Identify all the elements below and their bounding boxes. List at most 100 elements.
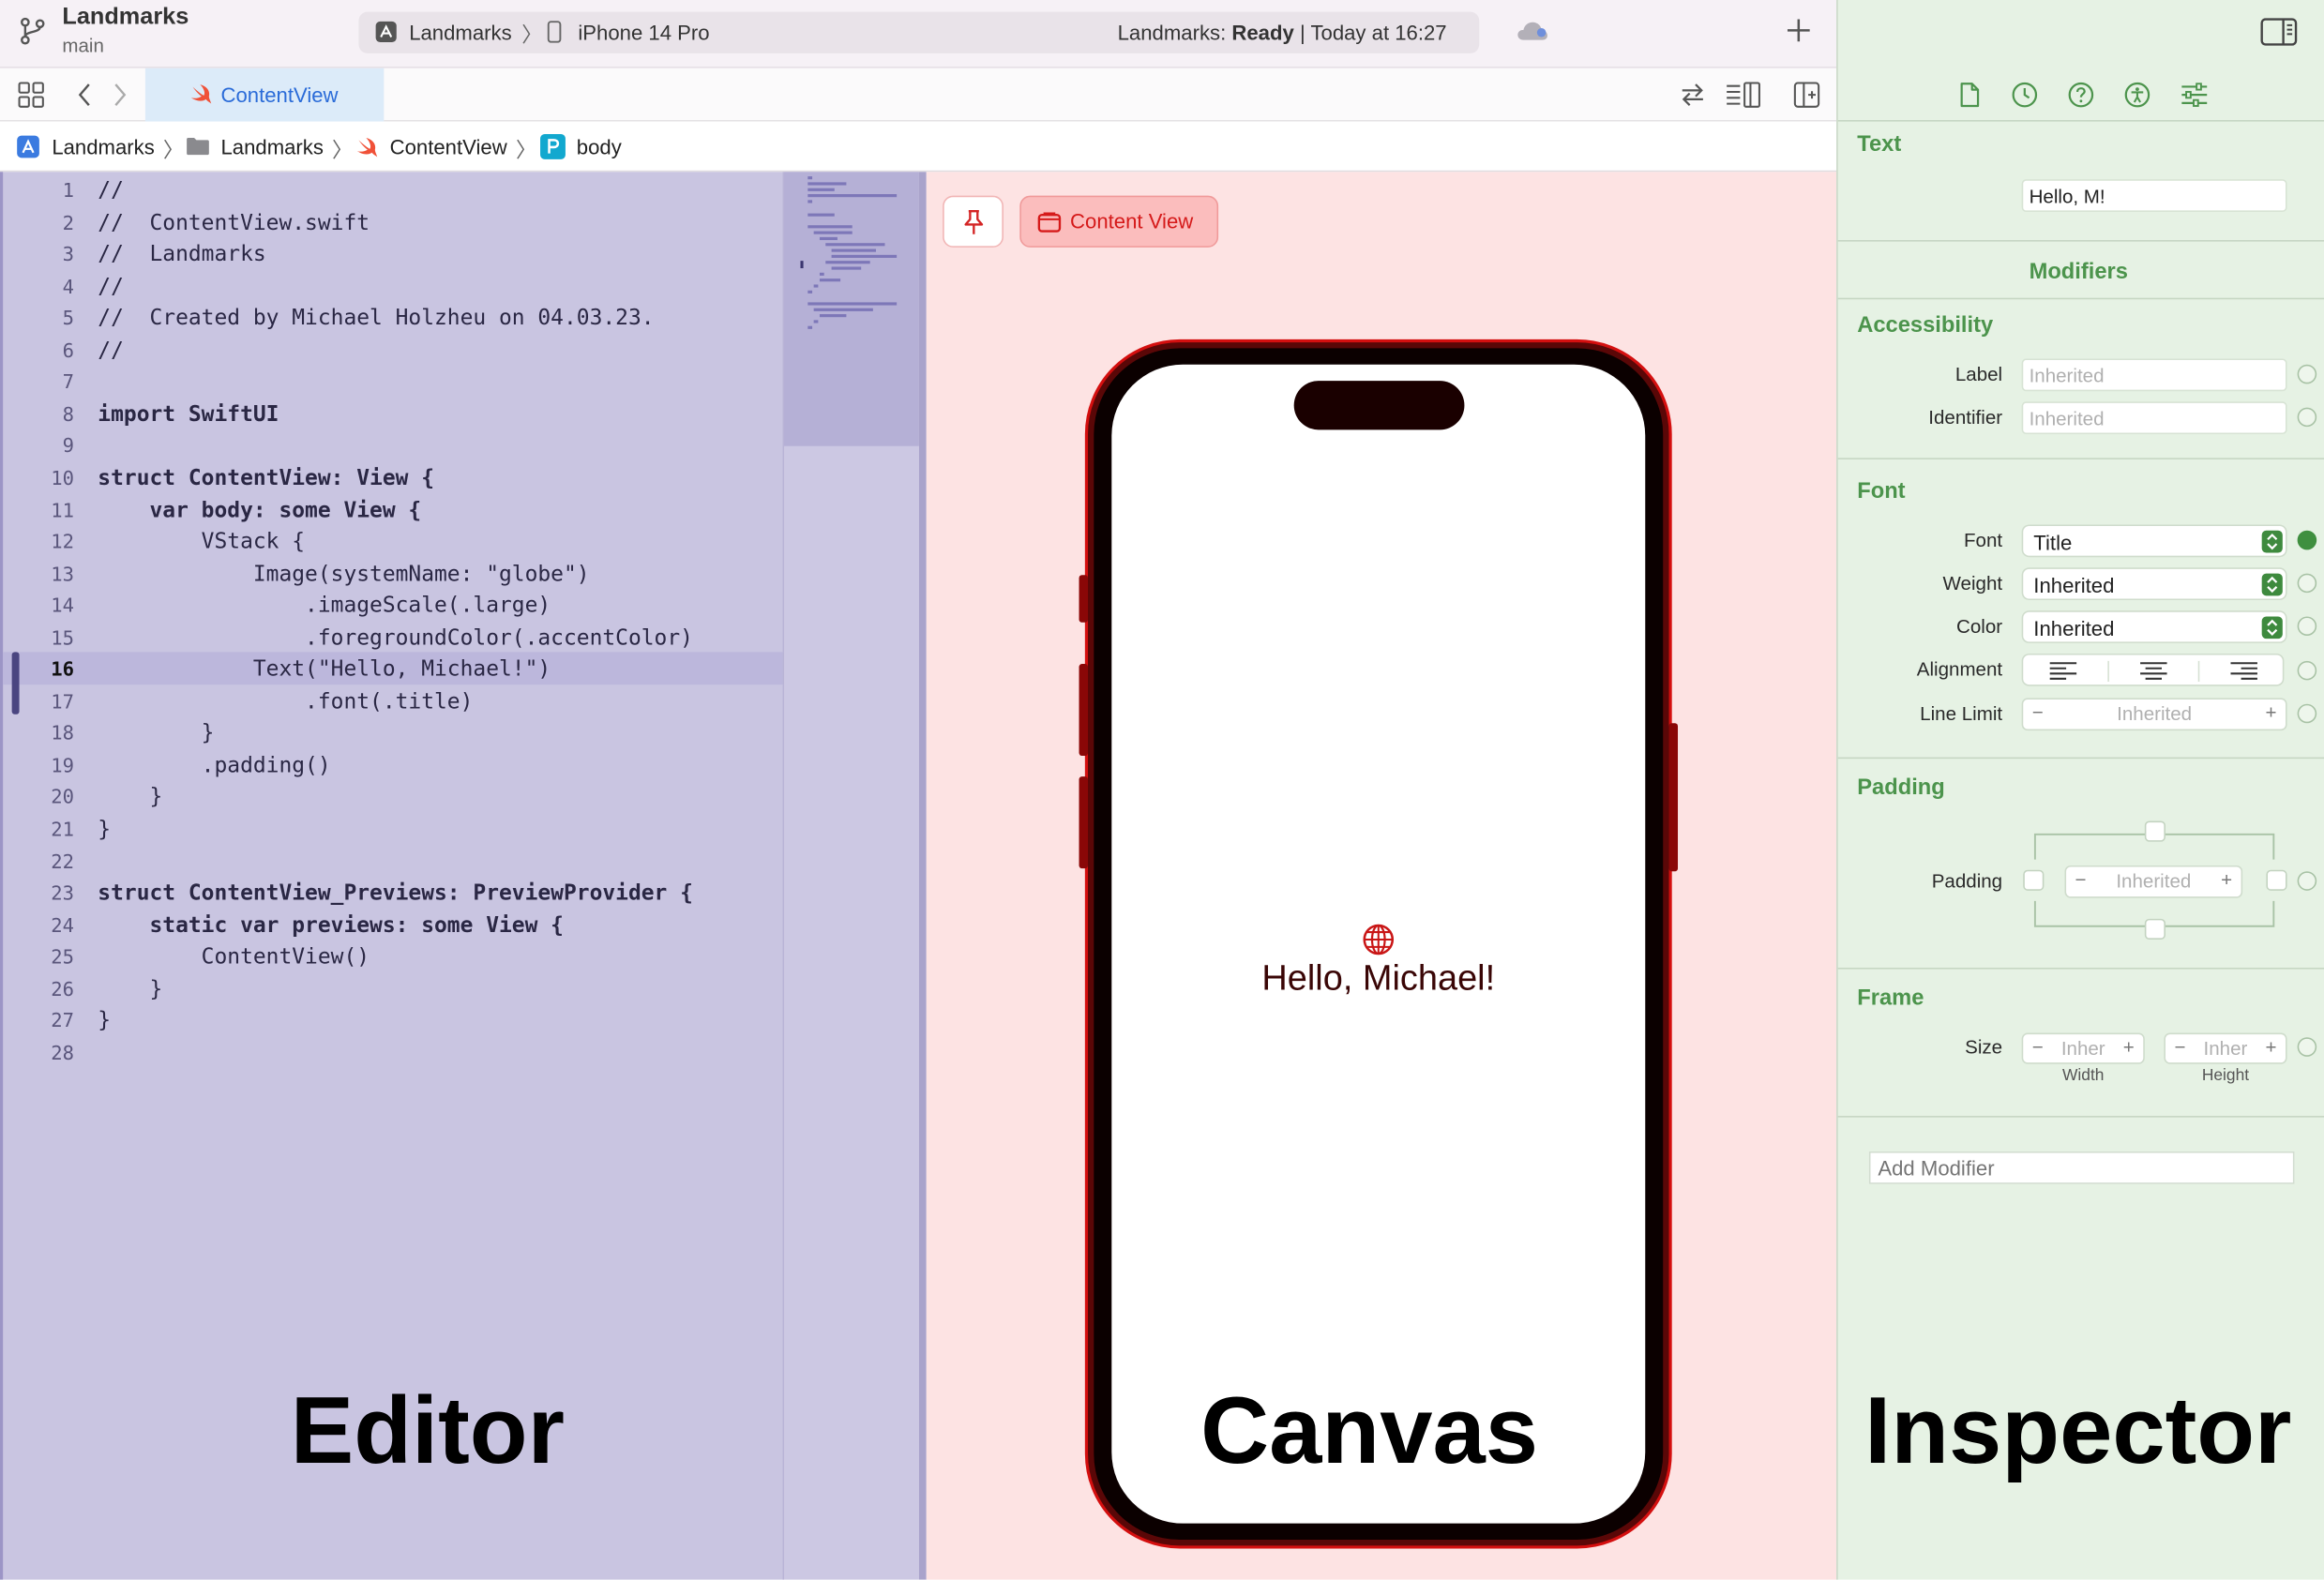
history-icon[interactable] (2012, 82, 2038, 108)
code-line[interactable]: Image(systemName: "globe") (98, 563, 590, 586)
code-line[interactable]: import SwiftUI (98, 403, 279, 427)
grid-icon[interactable] (18, 82, 44, 108)
font-select[interactable]: Title (2021, 524, 2287, 558)
code-line[interactable]: ContentView() (98, 946, 370, 970)
canvas-annotation: Canvas (1200, 1377, 1538, 1483)
pin-button[interactable] (943, 195, 1004, 248)
width-stepper[interactable]: − Inher + (2021, 1032, 2145, 1064)
code-line[interactable]: // (98, 179, 124, 203)
line-number: 8 (62, 404, 75, 427)
breadcrumb-folder[interactable]: Landmarks (220, 135, 323, 158)
swap-icon[interactable] (1680, 83, 1706, 107)
code-line[interactable]: struct ContentView_Previews: PreviewProv… (98, 881, 693, 905)
code-line[interactable]: Text("Hello, Michael!") (98, 658, 551, 682)
code-line[interactable]: } (98, 722, 215, 745)
breadcrumb-project[interactable]: Landmarks (52, 135, 154, 158)
padding-top-checkbox[interactable] (2144, 820, 2166, 842)
line-number: 16 (51, 659, 75, 683)
plus-icon[interactable]: + (2221, 868, 2232, 891)
preview-text[interactable]: Hello, Michael! (1111, 959, 1645, 1001)
code-line[interactable]: struct ContentView: View { (98, 467, 434, 490)
branch-icon[interactable] (20, 16, 46, 46)
code-line[interactable]: // (98, 275, 124, 298)
accessibility-label-field[interactable]: Inherited (2021, 358, 2287, 392)
plus-icon[interactable] (1786, 18, 1811, 43)
plus-icon[interactable]: + (2265, 1036, 2276, 1059)
weight-select[interactable]: Inherited (2021, 567, 2287, 601)
breadcrumb-file[interactable]: ContentView (390, 135, 507, 158)
code-line[interactable]: static var previews: some View { (98, 914, 564, 938)
status-time: | Today at 16:27 (1293, 21, 1447, 45)
align-left-icon[interactable] (2048, 661, 2078, 681)
back-icon[interactable] (77, 83, 92, 107)
color-select[interactable]: Inherited (2021, 610, 2287, 643)
font-label: Font (1964, 529, 2003, 551)
pane-separator[interactable] (918, 172, 927, 1580)
padding-bottom-checkbox[interactable] (2144, 918, 2166, 940)
padding-stepper[interactable]: − Inherited + (2064, 865, 2243, 898)
project-name[interactable]: Landmarks (62, 5, 189, 31)
code-line[interactable]: } (98, 786, 162, 809)
line-limit-reset-dot[interactable] (2297, 703, 2317, 724)
weight-reset-dot[interactable] (2297, 573, 2317, 594)
code-line[interactable]: // Landmarks (98, 243, 265, 266)
attributes-icon[interactable] (2181, 82, 2209, 108)
scheme-device: iPhone 14 Pro (578, 21, 710, 45)
padding-trailing-checkbox[interactable] (2266, 869, 2287, 891)
content-view-label[interactable]: Content View (1070, 209, 1193, 233)
forward-icon[interactable] (113, 83, 128, 107)
size-reset-dot[interactable] (2297, 1037, 2317, 1057)
scheme-selector[interactable]: Landmarks 〉 iPhone 14 Pro Landmarks: Rea… (358, 11, 1480, 53)
plus-icon[interactable]: + (2123, 1036, 2135, 1059)
height-stepper[interactable]: − Inher + (2164, 1032, 2287, 1064)
align-right-icon[interactable] (2229, 661, 2259, 681)
align-center-icon[interactable] (2139, 661, 2169, 681)
cloud-icon[interactable] (1517, 21, 1549, 41)
code-line[interactable]: .foregroundColor(.accentColor) (98, 626, 693, 650)
code-editor[interactable] (0, 172, 783, 1580)
code-line[interactable]: } (98, 818, 111, 841)
code-line[interactable]: VStack { (98, 531, 305, 554)
breadcrumb-symbol[interactable]: body (577, 135, 622, 158)
code-line[interactable]: // (98, 339, 124, 363)
help-icon[interactable] (2068, 82, 2094, 108)
line-number: 9 (62, 436, 75, 459)
plus-icon[interactable]: + (2265, 701, 2276, 724)
color-reset-dot[interactable] (2297, 616, 2317, 636)
padding-leading-checkbox[interactable] (2023, 869, 2045, 891)
pin-icon (962, 209, 986, 235)
sidebar-toggle-icon[interactable] (2260, 18, 2298, 46)
line-number: 26 (51, 979, 75, 1001)
padding-reset-dot[interactable] (2297, 871, 2317, 891)
frame-section-header: Frame (1857, 985, 1924, 1011)
branch-name[interactable]: main (62, 34, 104, 56)
file-inspector-icon[interactable] (1959, 82, 1980, 108)
code-line[interactable]: // ContentView.swift (98, 211, 370, 234)
add-editor-icon[interactable] (1793, 82, 1820, 108)
divider (1837, 240, 2324, 242)
code-line[interactable]: .imageScale(.large) (98, 594, 551, 618)
code-line[interactable]: } (98, 978, 162, 1001)
line-limit-stepper[interactable]: − Inherited + (2021, 698, 2287, 731)
identifier-reset-dot[interactable] (2297, 407, 2317, 428)
line-number: 10 (51, 468, 75, 491)
text-field[interactable]: Hello, M! (2021, 179, 2287, 212)
code-line[interactable]: } (98, 1010, 111, 1033)
tab-label[interactable]: ContentView (220, 83, 338, 107)
alignment-segmented-control[interactable] (2021, 653, 2285, 686)
code-line[interactable]: var body: some View { (98, 499, 421, 522)
code-line[interactable]: // Created by Michael Holzheu on 04.03.2… (98, 307, 654, 330)
add-modifier-field[interactable] (1868, 1151, 2295, 1184)
line-number: 24 (51, 915, 75, 938)
code-line[interactable]: .font(.title) (98, 690, 473, 714)
code-line[interactable]: .padding() (98, 754, 331, 777)
alignment-reset-dot[interactable] (2297, 660, 2317, 681)
divider (1837, 120, 2324, 122)
accessibility-icon[interactable] (2124, 82, 2150, 108)
segment-divider (2197, 660, 2200, 682)
accessibility-identifier-field[interactable]: Inherited (2021, 401, 2287, 435)
editor-options-icon[interactable] (1726, 82, 1761, 108)
font-set-dot[interactable] (2297, 530, 2317, 550)
select-arrows-icon (2261, 530, 2283, 553)
label-reset-dot[interactable] (2297, 364, 2317, 384)
